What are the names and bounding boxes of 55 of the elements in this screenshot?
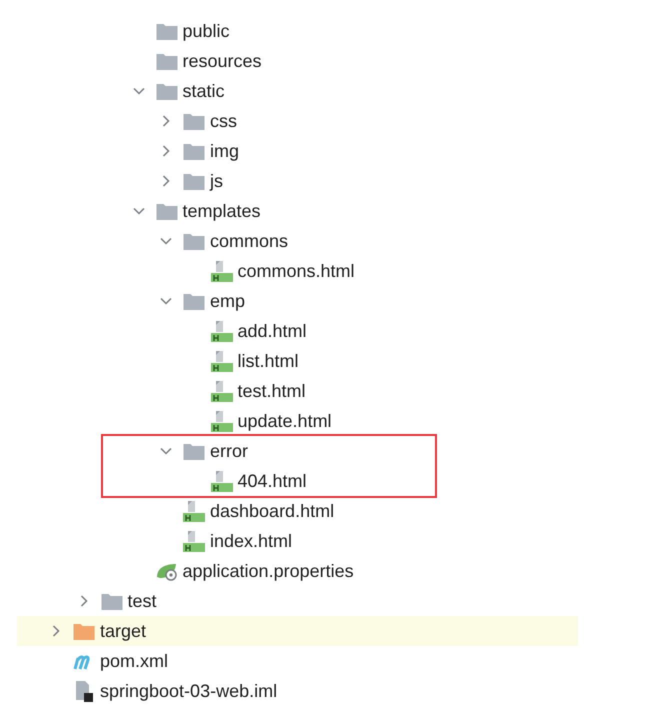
html-file-icon: [183, 530, 205, 552]
folder-icon: [183, 232, 205, 250]
folder-icon: [156, 202, 178, 220]
html-file-icon: [210, 470, 232, 492]
collapsed-chevron-icon[interactable]: [50, 625, 62, 637]
tree-item-label[interactable]: update.html: [238, 410, 332, 432]
selected-tree-row[interactable]: target: [17, 616, 578, 646]
folder-icon: [100, 592, 122, 610]
folder-icon: [73, 622, 95, 640]
expanded-chevron-icon[interactable]: [132, 205, 144, 217]
tree-item-label[interactable]: target: [100, 620, 146, 642]
collapsed-chevron-icon[interactable]: [160, 175, 172, 187]
tree-item-label[interactable]: add.html: [238, 320, 307, 342]
tree-item-label[interactable]: commons.html: [238, 260, 355, 282]
tree-item-label[interactable]: test.html: [238, 380, 306, 402]
folder-icon: [183, 112, 205, 130]
tree-item-label[interactable]: test: [128, 590, 157, 612]
leaf-gear-icon: [156, 561, 178, 581]
tree-item-label[interactable]: resources: [182, 50, 262, 72]
tree-item-label[interactable]: public: [182, 20, 230, 42]
tree-item-label[interactable]: commons: [210, 230, 288, 252]
collapsed-chevron-icon[interactable]: [160, 115, 172, 127]
tree-item-label[interactable]: js: [210, 170, 223, 192]
html-file-icon: [210, 320, 232, 342]
tree-item-label[interactable]: error: [210, 440, 248, 462]
expanded-chevron-icon[interactable]: [160, 295, 172, 307]
collapsed-chevron-icon[interactable]: [160, 145, 172, 157]
tree-item-label[interactable]: emp: [210, 290, 246, 312]
folder-icon: [156, 22, 178, 40]
folder-icon: [183, 442, 205, 460]
tree-item-label[interactable]: templates: [182, 200, 261, 222]
folder-icon: [183, 292, 205, 310]
module-file-icon: [73, 680, 95, 702]
folder-icon: [183, 142, 205, 160]
tree-item-label[interactable]: static: [182, 80, 225, 102]
tree-item-label[interactable]: dashboard.html: [210, 500, 334, 522]
folder-icon: [156, 82, 178, 100]
html-file-icon: [210, 260, 232, 282]
folder-icon: [156, 52, 178, 70]
tree-item-label[interactable]: img: [210, 140, 240, 162]
tree-item-label[interactable]: application.properties: [182, 560, 354, 582]
html-file-icon: [210, 350, 232, 372]
tree-item-label[interactable]: index.html: [210, 530, 292, 552]
expanded-chevron-icon[interactable]: [160, 445, 172, 457]
expanded-chevron-icon[interactable]: [160, 235, 172, 247]
expanded-chevron-icon[interactable]: [132, 85, 144, 97]
tree-item-label[interactable]: pom.xml: [100, 650, 168, 672]
html-file-icon: [210, 380, 232, 402]
folder-icon: [183, 172, 205, 190]
tree-item-label[interactable]: springboot-03-web.iml: [100, 680, 278, 702]
html-file-icon: [210, 410, 232, 432]
tree-item-label[interactable]: css: [210, 110, 237, 132]
tree-item-label[interactable]: 404.html: [238, 470, 307, 492]
html-file-icon: [183, 500, 205, 522]
tree-item-label[interactable]: list.html: [238, 350, 299, 372]
